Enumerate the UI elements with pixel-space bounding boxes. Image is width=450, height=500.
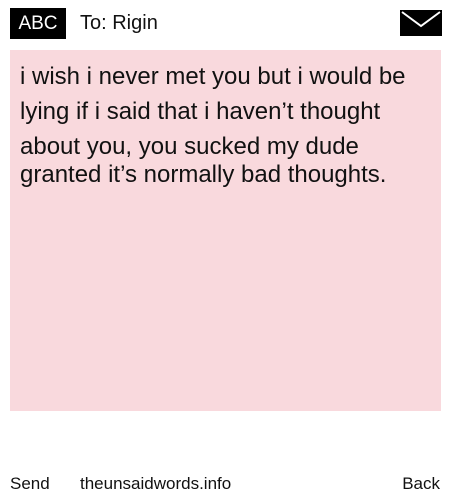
recipient-label: To: Rigin [80,12,158,34]
message-text: i wish i never met you but i would be ly… [20,63,406,160]
site-label: theunsaidwords.info [80,474,232,493]
message-card: i wish i never met you but i would be ly… [10,50,441,411]
message-overlay-text: granted it’s normally bad thoughts. [20,161,387,188]
abc-badge: ABC [10,8,66,39]
envelope-icon[interactable] [400,10,442,36]
back-button[interactable]: Back [402,474,440,494]
send-button[interactable]: Send [10,474,50,494]
